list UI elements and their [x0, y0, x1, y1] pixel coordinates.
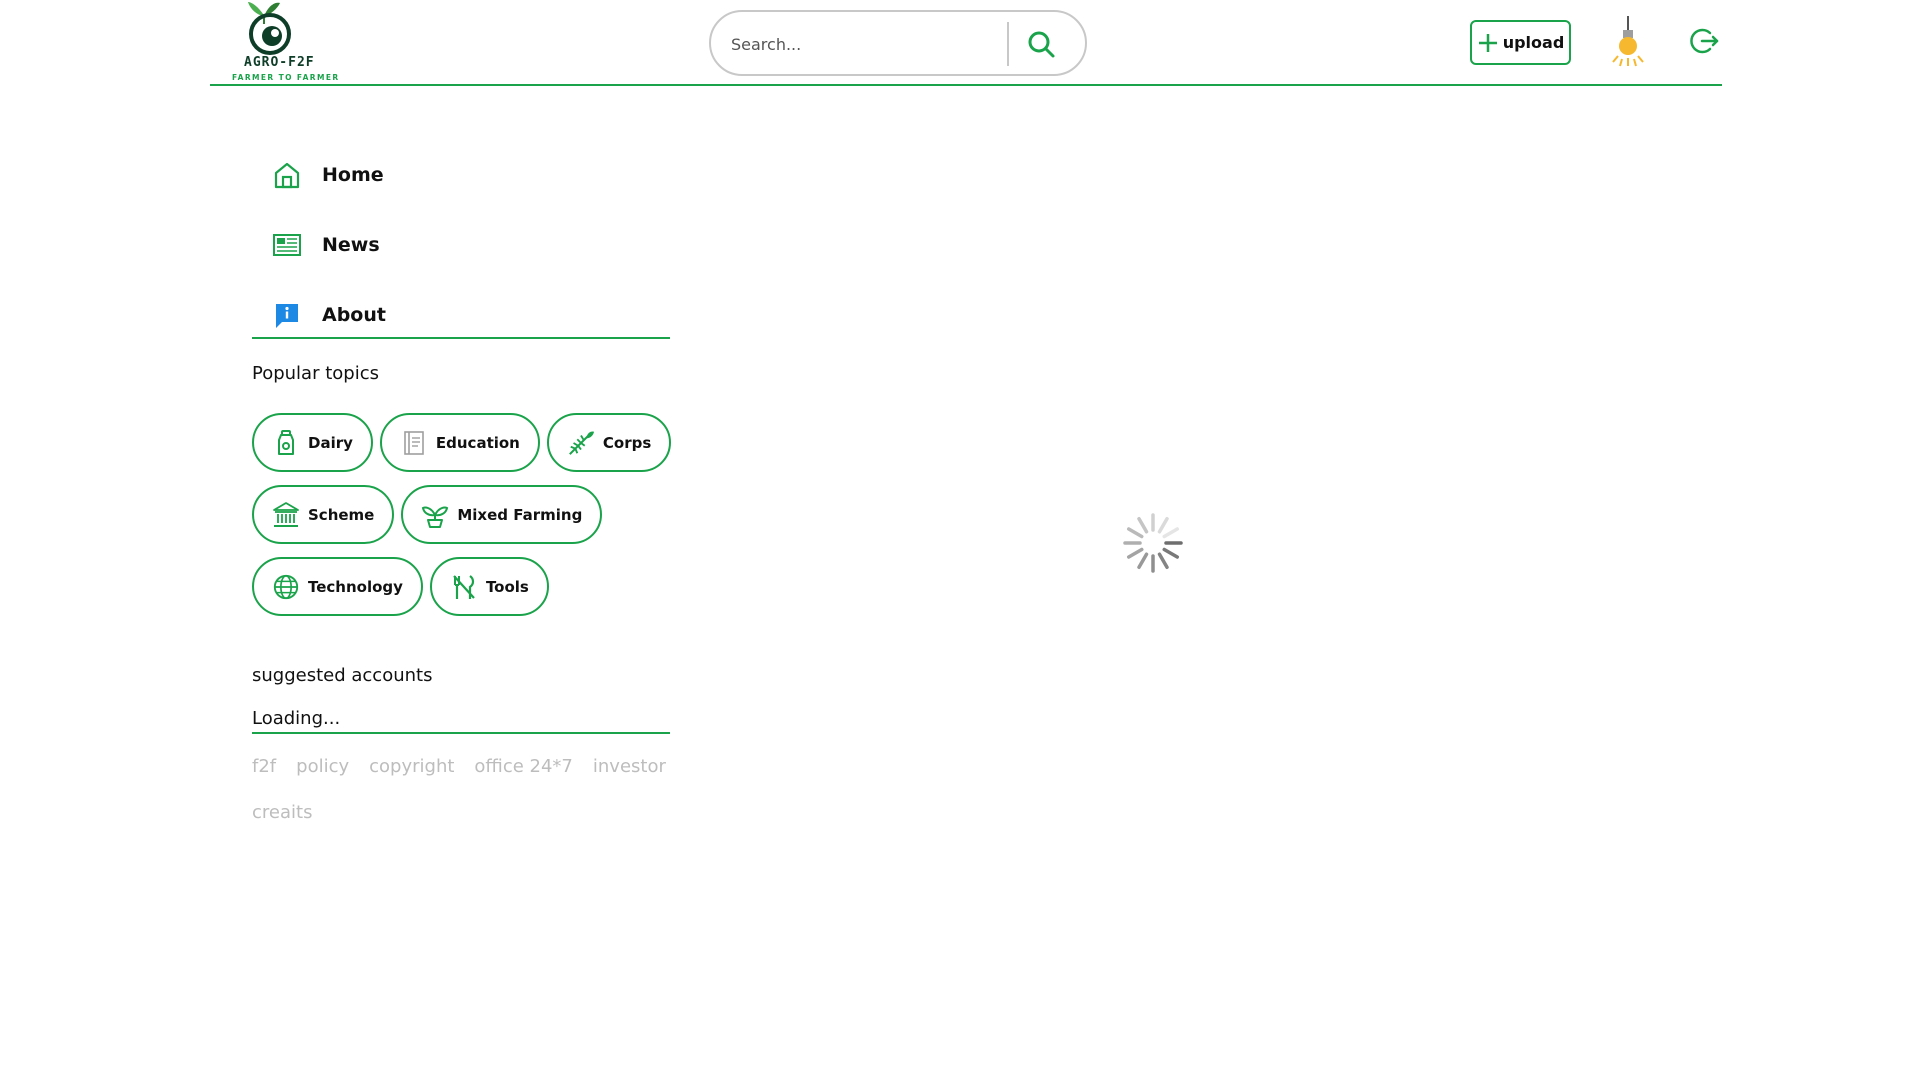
search-input[interactable] — [731, 30, 991, 58]
spinner-spoke — [1127, 547, 1144, 559]
footer-link-investor[interactable]: investor — [593, 754, 666, 780]
logo-title: AGRO-F2F — [244, 55, 315, 70]
suggested-accounts-divider — [252, 732, 670, 734]
info-icon — [272, 300, 302, 330]
footer-links: f2f policy copyright office 24*7 investo… — [252, 754, 682, 826]
theme-toggle-button[interactable] — [1608, 16, 1648, 68]
suggested-accounts-loading: Loading... — [252, 708, 341, 729]
topic-chip-label: Scheme — [308, 505, 375, 524]
plus-icon — [1478, 33, 1497, 52]
spinner-spoke — [1162, 527, 1179, 539]
crop-icon — [567, 429, 595, 457]
suggested-accounts-title: suggested accounts — [252, 665, 433, 686]
milk-bottle-icon — [272, 429, 300, 457]
topic-chip-technology[interactable]: Technology — [252, 557, 423, 616]
search-button[interactable] — [1023, 26, 1059, 62]
upload-label: upload — [1502, 33, 1565, 52]
sidebar-item-news[interactable]: News — [270, 210, 670, 280]
footer-link-copyright[interactable]: copyright — [369, 754, 454, 780]
topic-chip-label: Mixed Farming — [457, 505, 583, 524]
topic-chip-education[interactable]: Education — [379, 413, 540, 472]
footer-link-policy[interactable]: policy — [296, 754, 349, 780]
top-header: AGRO-F2F FARMER TO FARMER upload — [210, 0, 1722, 86]
spinner-icon — [1123, 513, 1183, 573]
sidebar-item-label: Home — [322, 164, 384, 186]
sidebar-item-about[interactable]: About — [270, 280, 670, 350]
spinner-spoke — [1162, 547, 1179, 559]
light-bulb-icon — [1612, 16, 1644, 67]
popular-topics-title: Popular topics — [252, 363, 379, 384]
topic-chip-dairy[interactable]: Dairy — [252, 413, 373, 472]
bank-icon — [272, 501, 300, 529]
globe-icon — [272, 573, 300, 601]
topic-chip-label: Corps — [602, 433, 652, 452]
logo-subtitle: FARMER TO FARMER — [232, 73, 340, 82]
topic-chip-label: Education — [435, 433, 520, 452]
footer-link-office[interactable]: office 24*7 — [474, 754, 572, 780]
topic-chip-scheme[interactable]: Scheme — [252, 485, 395, 544]
loading-spinner — [1122, 512, 1184, 574]
topic-chip-corps[interactable]: Corps — [546, 413, 672, 472]
sidebar-item-label: News — [322, 234, 380, 256]
topic-chip-mixed-farming[interactable]: Mixed Farming — [401, 485, 603, 544]
topic-chip-label: Dairy — [308, 433, 353, 452]
spinner-spoke — [1137, 552, 1149, 569]
topic-chips: Dairy Education Corps Scheme Mixed Farmi… — [252, 413, 682, 629]
topic-chip-label: Tools — [485, 577, 529, 596]
sprout-icon — [421, 501, 449, 529]
footer-link-f2f[interactable]: f2f — [252, 754, 276, 780]
search-icon — [1028, 31, 1055, 58]
upload-button[interactable]: upload — [1470, 20, 1571, 65]
brand-logo[interactable]: AGRO-F2F FARMER TO FARMER — [220, 0, 338, 84]
topic-chip-tools[interactable]: Tools — [429, 557, 549, 616]
search-bar — [709, 10, 1087, 76]
spinner-spoke — [1157, 552, 1169, 569]
book-icon — [400, 429, 428, 457]
search-divider — [1007, 22, 1009, 66]
home-icon — [272, 160, 302, 190]
spinner-spoke — [1137, 517, 1149, 534]
spinner-spoke — [1157, 517, 1169, 534]
logout-button[interactable] — [1690, 26, 1720, 56]
sidebar-item-label: About — [322, 304, 386, 326]
logout-icon — [1690, 28, 1719, 54]
sidebar-nav: Home News About — [270, 140, 670, 350]
sidebar-divider — [252, 337, 670, 339]
topic-chip-label: Technology — [308, 577, 403, 596]
newspaper-icon — [272, 230, 302, 260]
tools-icon — [450, 573, 478, 601]
logo-mark-icon — [248, 2, 291, 55]
footer-link-credits[interactable]: creaits — [252, 800, 312, 826]
spinner-spoke — [1127, 527, 1144, 539]
sidebar-item-home[interactable]: Home — [270, 140, 670, 210]
